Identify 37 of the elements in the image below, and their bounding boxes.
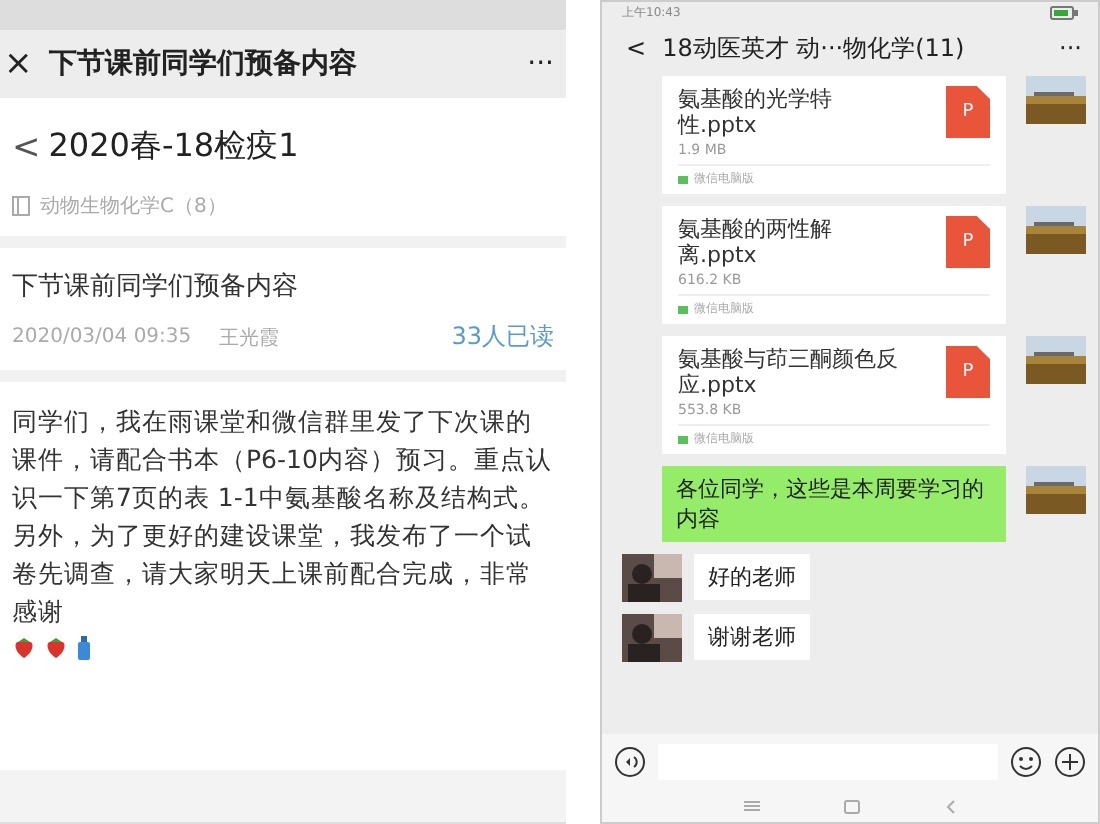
menu-icon[interactable] bbox=[744, 800, 761, 812]
paragraph: 另外，为了更好的建设课堂，我发布了一个试卷先调查，请大家明天上课前配合完成，非常感谢 bbox=[12, 518, 534, 630]
voice-icon[interactable] bbox=[614, 746, 646, 778]
course-name: 动物生物化学C（8） bbox=[40, 193, 227, 220]
file-name: 氨基酸的两性解离.pptx bbox=[678, 216, 834, 268]
message-bubble: 谢谢老师 bbox=[694, 614, 810, 660]
file-icon: P bbox=[946, 346, 990, 398]
strawberry-icon bbox=[44, 636, 68, 660]
back-icon[interactable] bbox=[945, 799, 956, 813]
page-title: 下节课前同学们预备内容 bbox=[48, 46, 359, 82]
more-button[interactable]: ··· bbox=[1059, 34, 1082, 62]
home-icon[interactable] bbox=[844, 799, 861, 813]
battery-icon bbox=[1050, 6, 1078, 20]
book-icon bbox=[12, 196, 30, 216]
chat-title: 18动医英才 动···物化学(11) bbox=[662, 31, 967, 65]
message-bubble: 各位同学，这些是本周要学习的内容 bbox=[662, 466, 1006, 542]
file-name: 氨基酸的光学特性.pptx bbox=[678, 86, 834, 138]
more-button[interactable]: ··· bbox=[527, 48, 554, 80]
bottle-icon bbox=[76, 636, 92, 660]
file-icon: P bbox=[946, 216, 990, 268]
source-icon bbox=[678, 435, 688, 443]
strawberry-icon bbox=[12, 636, 36, 660]
source-icon bbox=[678, 175, 688, 183]
file-name: 氨基酸与茚三酮颜色反应.pptx bbox=[678, 346, 898, 398]
paragraph: 同学们，我在雨课堂和微信群里发了下次课的课件，请配合书本（P6-10内容）预习。重点认识一下第7页的表 1-1中氨基酸名称及结构式。 bbox=[12, 404, 554, 516]
post-date: 2020/03/04 09:35 bbox=[12, 326, 192, 348]
file-icon: P bbox=[946, 86, 990, 138]
source-icon bbox=[678, 305, 688, 313]
emoji-icon[interactable] bbox=[1010, 746, 1042, 778]
back-button[interactable]: < bbox=[626, 34, 647, 62]
back-button[interactable]: < bbox=[12, 127, 41, 167]
post-title: 下节课前同学们预备内容 bbox=[12, 270, 300, 304]
author-name: 王光霞 bbox=[219, 325, 280, 351]
close-button[interactable]: × bbox=[4, 44, 33, 84]
message-bubble: 好的老师 bbox=[694, 554, 810, 600]
plus-icon[interactable] bbox=[1054, 746, 1086, 778]
class-name: 2020春-18检疫1 bbox=[48, 126, 299, 168]
